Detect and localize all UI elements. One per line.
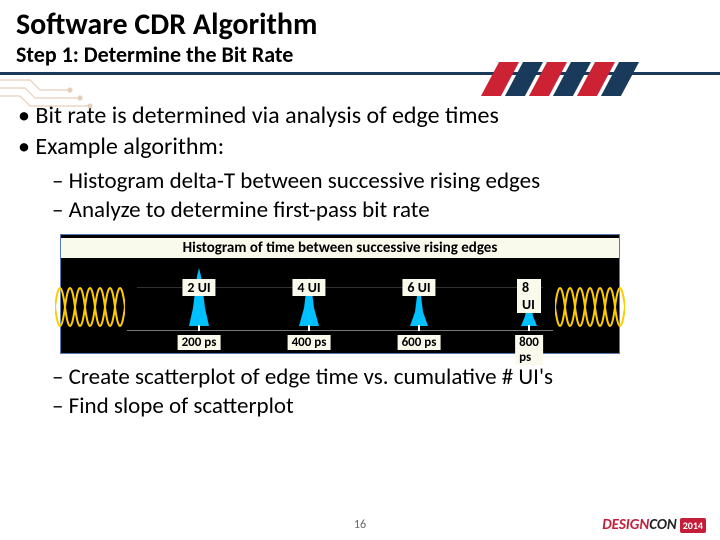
ui-label: 2 UI bbox=[182, 279, 215, 296]
ui-labels-row: 2 UI 4 UI 6 UI 8 UI bbox=[127, 279, 553, 297]
ui-label: 4 UI bbox=[292, 279, 325, 296]
header-stripes bbox=[480, 62, 660, 96]
waveform-right bbox=[555, 259, 625, 353]
ps-label: 200 ps bbox=[178, 335, 221, 350]
ui-label: 6 UI bbox=[402, 279, 435, 296]
circuit-decoration bbox=[0, 72, 140, 112]
ps-label: 800 ps bbox=[515, 335, 543, 365]
sub-bullets-2: – Create scatterplot of edge time vs. cu… bbox=[0, 360, 720, 420]
chart-container: Histogram of time between successive ris… bbox=[60, 234, 690, 354]
ps-label: 600 ps bbox=[398, 335, 441, 350]
ui-label: 8 UI bbox=[517, 279, 541, 313]
page-number: 16 bbox=[354, 518, 366, 532]
chart-title: Histogram of time between successive ris… bbox=[61, 238, 619, 258]
sub-bullet-1: – Histogram delta-T between successive r… bbox=[52, 167, 702, 195]
ps-labels-row: 200 ps 400 ps 600 ps 800 ps bbox=[127, 335, 553, 351]
sub-bullet-3: – Create scatterplot of edge time vs. cu… bbox=[52, 363, 668, 391]
slide-title: Software CDR Algorithm bbox=[16, 6, 704, 43]
designcon-logo: DESIGNCON 2014 bbox=[602, 516, 706, 534]
sub-bullet-2: – Analyze to determine first-pass bit ra… bbox=[52, 196, 702, 224]
logo-year: 2014 bbox=[680, 518, 706, 533]
logo-con: CON bbox=[649, 516, 677, 534]
ps-label: 400 ps bbox=[288, 335, 331, 350]
sub-bullets-1: – Histogram delta-T between successive r… bbox=[18, 167, 702, 224]
sub-bullet-4: – Find slope of scatterplot bbox=[52, 392, 668, 420]
logo-design: DESIGN bbox=[602, 516, 649, 534]
bullet-2: • Example algorithm: bbox=[18, 132, 702, 161]
histogram-peak bbox=[185, 268, 213, 331]
histogram-chart: Histogram of time between successive ris… bbox=[60, 234, 620, 354]
bullet-2-text: Example algorithm: bbox=[35, 132, 224, 161]
waveform-left bbox=[55, 259, 125, 353]
